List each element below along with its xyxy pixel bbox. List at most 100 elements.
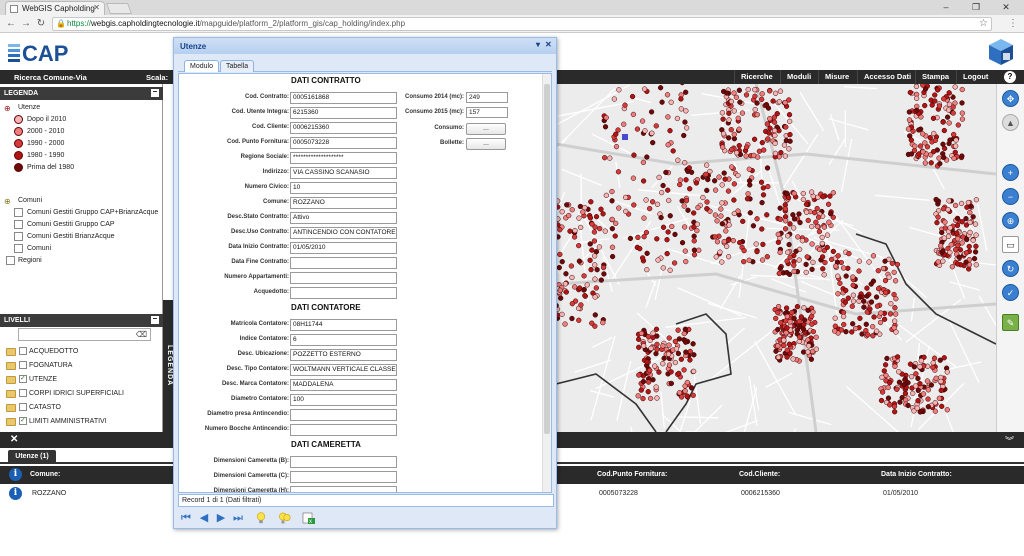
utenza-point[interactable] bbox=[679, 198, 685, 204]
utenza-point[interactable] bbox=[640, 178, 647, 184]
utenza-point[interactable] bbox=[791, 262, 797, 268]
utenza-point[interactable] bbox=[902, 376, 908, 382]
utenza-point[interactable] bbox=[659, 99, 665, 105]
utenza-point[interactable] bbox=[564, 202, 570, 208]
utenza-point[interactable] bbox=[672, 338, 679, 345]
utenza-point[interactable] bbox=[721, 170, 727, 176]
utenza-point[interactable] bbox=[772, 132, 778, 139]
utenza-point[interactable] bbox=[754, 216, 760, 222]
utenza-point[interactable] bbox=[886, 274, 892, 280]
utenza-point[interactable] bbox=[724, 243, 730, 250]
utenza-point[interactable] bbox=[593, 285, 600, 291]
utenza-point[interactable] bbox=[775, 231, 781, 238]
utenza-point[interactable] bbox=[764, 212, 770, 218]
layer-label[interactable]: ACQUEDOTTO bbox=[29, 348, 78, 355]
utenza-point[interactable] bbox=[694, 221, 701, 227]
column-header[interactable]: Data Inizio Contratto: bbox=[881, 471, 952, 478]
utenza-point[interactable] bbox=[907, 89, 913, 96]
utenza-point[interactable] bbox=[884, 355, 890, 362]
utenza-point[interactable] bbox=[754, 100, 760, 106]
utenza-point[interactable] bbox=[751, 136, 758, 142]
utenza-point[interactable] bbox=[640, 159, 647, 166]
utenza-point[interactable] bbox=[640, 378, 647, 385]
maximize-window-icon[interactable]: ❐ bbox=[966, 1, 986, 13]
utenza-point[interactable] bbox=[712, 234, 718, 240]
utenza-point[interactable] bbox=[652, 363, 658, 369]
utenza-point[interactable] bbox=[647, 205, 653, 212]
utenza-point[interactable] bbox=[972, 249, 979, 255]
utenza-point[interactable] bbox=[913, 383, 919, 389]
utenza-point[interactable] bbox=[902, 390, 909, 397]
utenza-point[interactable] bbox=[840, 265, 847, 271]
utenza-point[interactable] bbox=[874, 303, 881, 309]
utenza-point[interactable] bbox=[745, 191, 751, 197]
utenza-point[interactable] bbox=[951, 131, 957, 138]
utenza-point[interactable] bbox=[940, 258, 946, 264]
utenza-point[interactable] bbox=[592, 276, 598, 282]
utenza-point[interactable] bbox=[645, 333, 652, 340]
utenza-point[interactable] bbox=[840, 313, 847, 320]
utenza-point[interactable] bbox=[775, 343, 781, 349]
utenza-point[interactable] bbox=[837, 280, 843, 287]
search-comune-via-label[interactable]: Ricerca Comune-Via bbox=[14, 73, 87, 82]
utenza-point[interactable] bbox=[659, 189, 665, 196]
utenza-point[interactable] bbox=[814, 205, 820, 212]
utenza-point[interactable] bbox=[743, 92, 750, 98]
next-record-icon[interactable]: ▶ bbox=[215, 512, 227, 524]
utenza-point[interactable] bbox=[665, 114, 671, 120]
utenza-point[interactable] bbox=[882, 258, 888, 264]
utenza-point[interactable] bbox=[953, 137, 959, 143]
layer-checkbox[interactable] bbox=[19, 347, 27, 355]
field-input[interactable]: ANTINCENDIO CON CONTATORE bbox=[290, 227, 397, 239]
utenza-point[interactable] bbox=[794, 303, 801, 310]
utenza-point[interactable] bbox=[938, 378, 944, 385]
utenza-point[interactable] bbox=[959, 219, 965, 225]
zoom-out-icon[interactable]: − bbox=[1002, 188, 1019, 205]
utenza-point[interactable] bbox=[915, 375, 921, 382]
utenza-point[interactable] bbox=[601, 271, 607, 277]
utenza-point[interactable] bbox=[778, 320, 784, 326]
utenza-point[interactable] bbox=[643, 197, 649, 203]
utenza-point[interactable] bbox=[941, 96, 947, 102]
utenza-point[interactable] bbox=[678, 356, 685, 362]
utenza-point[interactable] bbox=[566, 212, 572, 219]
utenza-point[interactable] bbox=[592, 262, 598, 268]
utenza-point[interactable] bbox=[937, 160, 943, 167]
utenza-point[interactable] bbox=[881, 316, 888, 322]
utenza-point[interactable] bbox=[770, 98, 776, 104]
close-window-icon[interactable]: ✕ bbox=[996, 1, 1016, 13]
utenza-point[interactable] bbox=[821, 224, 827, 230]
utenza-point[interactable] bbox=[892, 311, 899, 317]
utenza-point[interactable] bbox=[704, 199, 710, 205]
utenza-point[interactable] bbox=[765, 183, 771, 190]
utenza-point[interactable] bbox=[927, 135, 933, 141]
utenza-point[interactable] bbox=[766, 88, 773, 94]
utenza-point[interactable] bbox=[677, 181, 683, 188]
utenza-point[interactable] bbox=[777, 216, 784, 222]
utenza-point[interactable] bbox=[737, 239, 743, 246]
utenza-point[interactable] bbox=[743, 144, 750, 150]
dialog-scrollbar[interactable] bbox=[542, 74, 551, 492]
utenza-point[interactable] bbox=[660, 182, 666, 189]
utenza-point[interactable] bbox=[691, 252, 698, 258]
utenza-point[interactable] bbox=[700, 194, 706, 201]
utenza-point[interactable] bbox=[719, 182, 725, 188]
utenza-point[interactable] bbox=[602, 155, 608, 161]
utenza-point[interactable] bbox=[598, 206, 604, 212]
utenza-point[interactable] bbox=[635, 234, 641, 241]
utenza-point[interactable] bbox=[713, 254, 719, 260]
utenza-point[interactable] bbox=[849, 329, 855, 335]
utenza-point[interactable] bbox=[658, 214, 664, 221]
utenza-point[interactable] bbox=[647, 395, 654, 402]
utenza-point[interactable] bbox=[958, 200, 965, 207]
utenza-point[interactable] bbox=[729, 146, 735, 153]
utenza-point[interactable] bbox=[607, 155, 613, 161]
utenza-point[interactable] bbox=[777, 265, 783, 272]
utenza-point[interactable] bbox=[933, 375, 939, 381]
utenza-point[interactable] bbox=[721, 238, 727, 245]
bookmark-star-icon[interactable]: ☆ bbox=[979, 18, 988, 29]
utenza-point[interactable] bbox=[786, 241, 792, 248]
utenza-point[interactable] bbox=[863, 321, 869, 327]
utenza-point[interactable] bbox=[615, 169, 622, 175]
help-icon[interactable]: ? bbox=[1004, 71, 1016, 83]
